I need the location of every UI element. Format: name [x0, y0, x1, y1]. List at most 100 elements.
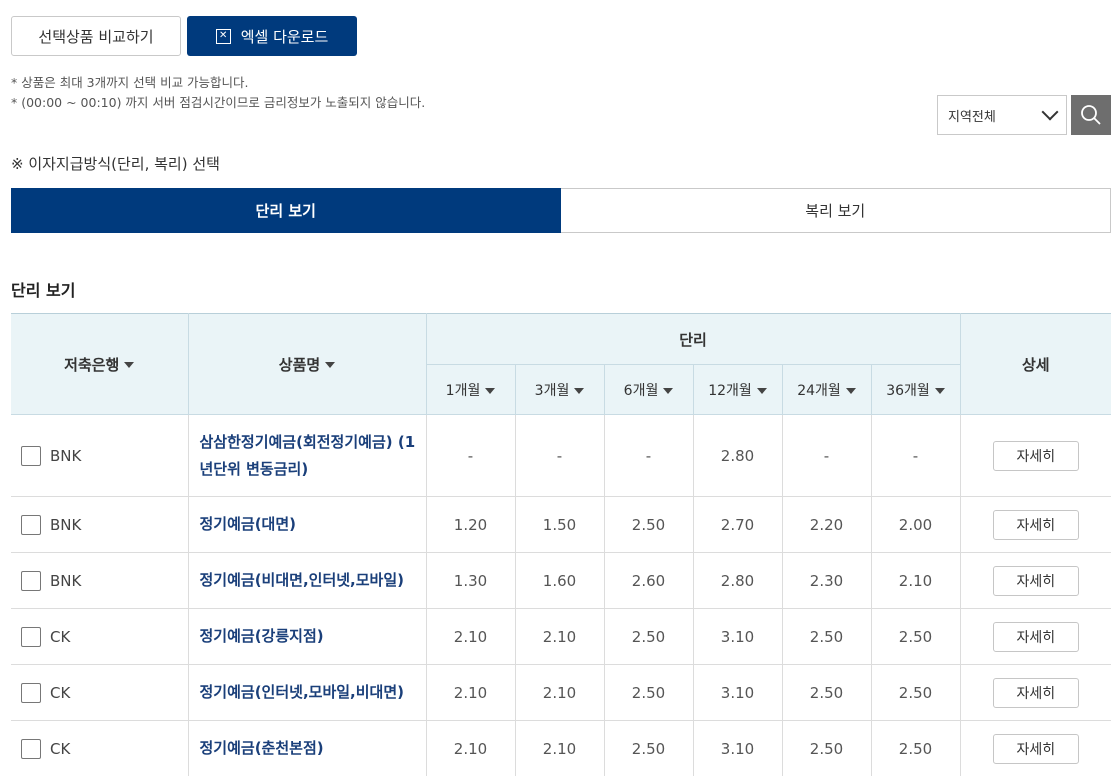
rate-cell: -	[603, 414, 693, 497]
sort-caret-icon	[663, 387, 674, 394]
rate-cell: 3.10	[692, 608, 782, 665]
sort-caret-icon	[124, 362, 135, 368]
rate-cell: -	[870, 414, 961, 497]
bank-name: BNK	[50, 446, 82, 465]
product-cell: 정기예금(춘천본점)	[187, 720, 426, 776]
bank-cell: CK	[11, 608, 188, 665]
bank-name: BNK	[50, 571, 82, 590]
detail-button[interactable]: 자세히	[992, 509, 1079, 540]
header-product[interactable]: 상품명	[187, 313, 427, 415]
bank-name: CK	[50, 739, 71, 758]
rate-cell: 2.50	[870, 608, 961, 665]
interest-tabs: 단리 보기 복리 보기	[11, 188, 1111, 233]
bank-cell: BNK	[11, 414, 188, 497]
top-buttons: 선택상품 비교하기 ✕ 엑셀 다운로드	[11, 16, 357, 56]
product-cell: 정기예금(비대면,인터넷,모바일)	[187, 552, 426, 609]
select-checkbox[interactable]	[21, 682, 41, 703]
table-row: BNK 삼삼한정기예금(회전정기예금) (1년단위 변동금리) - - -2.80- - 자…	[11, 414, 1112, 497]
rate-cell: 1.30	[425, 552, 515, 609]
detail-button[interactable]: 자세히	[992, 565, 1079, 596]
region-select-value: 지역전체	[948, 109, 996, 125]
header-detail: 상세	[959, 313, 1112, 415]
rate-cell: 2.30	[781, 552, 871, 609]
rate-cell: 2.50	[603, 496, 693, 553]
product-link[interactable]: 정기예금(인터넷,모바일,비대면)	[200, 683, 405, 701]
notice-list: * 상품은 최대 3개까지 선택 비교 가능합니다. * (00:00 ~ 00…	[11, 73, 425, 113]
product-link[interactable]: 정기예금(강릉지점)	[200, 627, 324, 645]
sort-caret-icon	[934, 387, 945, 394]
rate-cell: 2.10	[514, 664, 604, 721]
rate-cell: 2.50	[781, 720, 871, 776]
product-link[interactable]: 정기예금(대면)	[200, 515, 297, 533]
rates-table: 저축은행 상품명 단리 상세 1개월 3개월 6개월 12개월 24개월 36개월 BNK…	[11, 313, 1112, 776]
detail-button[interactable]: 자세히	[992, 677, 1079, 708]
select-checkbox[interactable]	[21, 626, 41, 647]
header-period[interactable]: 12개월	[692, 364, 783, 415]
header-period[interactable]: 6개월	[603, 364, 694, 415]
product-link[interactable]: 정기예금(춘천본점)	[200, 739, 324, 757]
bank-name: BNK	[50, 515, 82, 534]
rate-cell: 2.60	[603, 552, 693, 609]
tab-compound-interest[interactable]: 복리 보기	[560, 188, 1111, 233]
rate-cell: 3.10	[692, 664, 782, 721]
bank-cell: CK	[11, 720, 188, 776]
excel-icon: ✕	[215, 28, 231, 44]
header-period[interactable]: 24개월	[781, 364, 872, 415]
table-row: CK 정기예금(강릉지점) 2.10 2.10 2.50 3.10 2.50 2.50 자세히	[11, 608, 1112, 665]
rate-cell: 2.80	[692, 552, 782, 609]
search-button[interactable]	[1071, 95, 1111, 135]
rate-cell: -	[425, 414, 515, 497]
product-cell: 삼삼한정기예금(회전정기예금) (1년단위 변동금리)	[187, 414, 426, 497]
rate-cell: 2.10	[425, 608, 515, 665]
interest-method-label: ※ 이자지급방식(단리, 복리) 선택	[11, 155, 220, 173]
rate-cell: 2.10	[870, 552, 961, 609]
product-link[interactable]: 정기예금(비대면,인터넷,모바일)	[200, 571, 405, 589]
detail-cell: 자세히	[959, 552, 1112, 609]
select-checkbox[interactable]	[21, 570, 41, 591]
header-period-label: 12개월	[708, 382, 752, 399]
rate-cell: 2.20	[781, 496, 871, 553]
rate-cell: 2.50	[870, 720, 961, 776]
rate-cell: -	[781, 414, 871, 497]
tab-simple-interest[interactable]: 단리 보기	[11, 188, 561, 233]
region-select[interactable]: 지역전체	[937, 95, 1067, 135]
rate-cell: 1.50	[514, 496, 604, 553]
table-row: CK 정기예금(인터넷,모바일,비대면) 2.10 2.10 2.50 3.10 2.50 2…	[11, 664, 1112, 721]
detail-cell: 자세히	[959, 496, 1112, 553]
rate-cell: 1.60	[514, 552, 604, 609]
compare-selected-button[interactable]: 선택상품 비교하기	[11, 16, 181, 56]
rate-cell: 1.20	[425, 496, 515, 553]
header-bank-label: 저축은행	[64, 355, 120, 374]
excel-download-label: 엑셀 다운로드	[240, 27, 329, 46]
bank-cell: CK	[11, 664, 188, 721]
table-row: BNK 정기예금(비대면,인터넷,모바일) 1.30 1.60 2.60 2.80 2.30…	[11, 552, 1112, 609]
excel-download-button[interactable]: ✕ 엑셀 다운로드	[187, 16, 357, 56]
product-cell: 정기예금(강릉지점)	[187, 608, 426, 665]
header-period[interactable]: 3개월	[514, 364, 605, 415]
detail-button[interactable]: 자세히	[992, 440, 1079, 471]
product-link[interactable]: 삼삼한정기예금(회전정기예금) (1년단위 변동금리)	[200, 433, 416, 478]
detail-cell: 자세히	[959, 414, 1112, 497]
header-period-label: 36개월	[886, 382, 930, 399]
product-cell: 정기예금(인터넷,모바일,비대면)	[187, 664, 426, 721]
select-checkbox[interactable]	[21, 514, 41, 535]
bank-name: CK	[50, 627, 71, 646]
rate-cell: 2.80	[692, 414, 782, 497]
sort-caret-icon	[574, 387, 585, 394]
table-row: BNK 정기예금(대면) 1.20 1.50 2.50 2.70 2.20 2.00 자세히	[11, 496, 1112, 553]
select-checkbox[interactable]	[21, 445, 41, 466]
rate-cell: 2.10	[425, 664, 515, 721]
header-bank[interactable]: 저축은행	[11, 313, 189, 415]
section-title: 단리 보기	[11, 281, 76, 300]
rate-cell: 2.50	[603, 608, 693, 665]
select-checkbox[interactable]	[21, 738, 41, 759]
detail-button[interactable]: 자세히	[992, 733, 1079, 764]
rate-cell: 2.50	[603, 720, 693, 776]
detail-cell: 자세히	[959, 720, 1112, 776]
header-period-label: 1개월	[445, 382, 481, 399]
rate-cell: 2.10	[514, 720, 604, 776]
header-period[interactable]: 36개월	[870, 364, 961, 415]
detail-button[interactable]: 자세히	[992, 621, 1079, 652]
header-period[interactable]: 1개월	[426, 364, 516, 415]
header-period-label: 24개월	[797, 382, 841, 399]
